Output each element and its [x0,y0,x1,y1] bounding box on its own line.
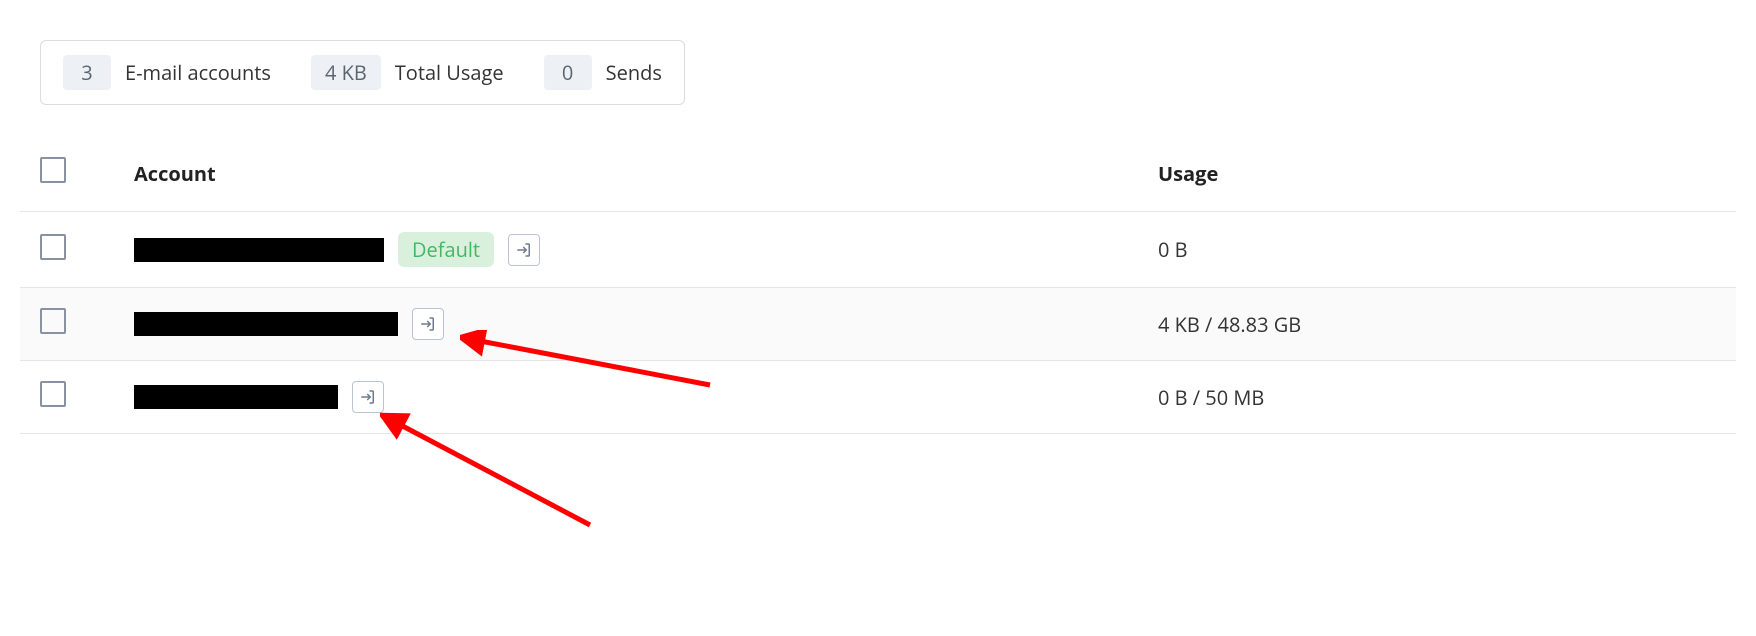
stat-total-usage-label: Total Usage [395,59,504,86]
account-name-redacted [134,312,398,336]
row-checkbox[interactable] [40,308,66,334]
table-row[interactable]: 0 B / 50 MB [20,361,1736,434]
usage-cell: 0 B [1146,212,1736,288]
stat-accounts-value: 3 [63,55,111,90]
login-icon [515,241,533,259]
account-name-redacted [134,238,384,262]
account-name-redacted [134,385,338,409]
stat-sends-label: Sends [606,59,662,86]
stat-email-accounts: 3 E-mail accounts [63,55,271,90]
usage-cell: 0 B / 50 MB [1146,361,1736,434]
stats-bar: 3 E-mail accounts 4 KB Total Usage 0 Sen… [40,40,685,105]
stat-total-usage: 4 KB Total Usage [311,55,504,90]
usage-cell: 4 KB / 48.83 GB [1146,288,1736,361]
column-header-account[interactable]: Account [122,141,1146,212]
login-button[interactable] [508,234,540,266]
default-badge: Default [398,232,494,267]
select-all-checkbox[interactable] [40,157,66,183]
stat-total-usage-value: 4 KB [311,55,381,90]
login-icon [359,388,377,406]
stat-accounts-label: E-mail accounts [125,59,271,86]
stat-sends-value: 0 [544,55,592,90]
table-row[interactable]: Default 0 B [20,212,1736,288]
email-accounts-table: Account Usage Default [20,141,1736,434]
row-checkbox[interactable] [40,381,66,407]
stat-sends: 0 Sends [544,55,662,90]
login-icon [419,315,437,333]
row-checkbox[interactable] [40,234,66,260]
login-button[interactable] [352,381,384,413]
login-button[interactable] [412,308,444,340]
column-header-usage[interactable]: Usage [1146,141,1736,212]
table-row[interactable]: 4 KB / 48.83 GB [20,288,1736,361]
